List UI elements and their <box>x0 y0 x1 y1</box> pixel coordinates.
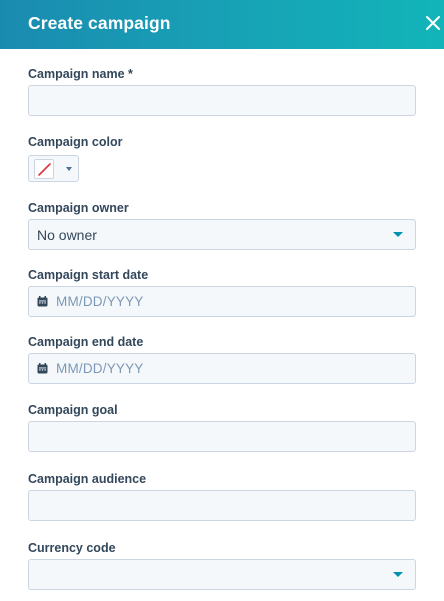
calendar-icon <box>37 363 48 374</box>
campaign-start-date-label: Campaign start date <box>28 268 149 282</box>
campaign-audience-label: Campaign audience <box>28 472 147 486</box>
campaign-goal-input[interactable] <box>28 421 416 452</box>
panel-header: Create campaign <box>0 0 444 49</box>
campaign-owner-label: Campaign owner <box>28 201 129 215</box>
campaign-audience-input[interactable] <box>28 490 416 521</box>
campaign-start-date-input[interactable]: MM/DD/YYYY <box>28 286 416 317</box>
campaign-name-label: Campaign name * <box>28 67 133 81</box>
start-date-placeholder: MM/DD/YYYY <box>56 294 144 309</box>
campaign-name-input[interactable] <box>28 85 416 116</box>
campaign-color-label: Campaign color <box>28 135 123 149</box>
color-swatch <box>34 159 54 179</box>
campaign-goal-label: Campaign goal <box>28 403 118 417</box>
chevron-down-icon <box>393 572 403 577</box>
campaign-owner-value: No owner <box>37 227 97 243</box>
currency-code-label: Currency code <box>28 541 116 555</box>
end-date-placeholder: MM/DD/YYYY <box>56 361 144 376</box>
currency-code-select[interactable] <box>28 559 416 590</box>
campaign-end-date-label: Campaign end date <box>28 335 144 349</box>
no-color-slash-icon <box>38 163 51 176</box>
campaign-owner-select[interactable]: No owner <box>28 219 416 250</box>
close-icon <box>426 16 440 30</box>
close-button[interactable] <box>421 11 444 35</box>
campaign-end-date-input[interactable]: MM/DD/YYYY <box>28 353 416 384</box>
panel-title: Create campaign <box>28 13 171 33</box>
campaign-color-picker[interactable] <box>28 155 79 182</box>
chevron-down-icon <box>66 167 72 171</box>
chevron-down-icon <box>393 232 403 237</box>
calendar-icon <box>37 296 48 307</box>
